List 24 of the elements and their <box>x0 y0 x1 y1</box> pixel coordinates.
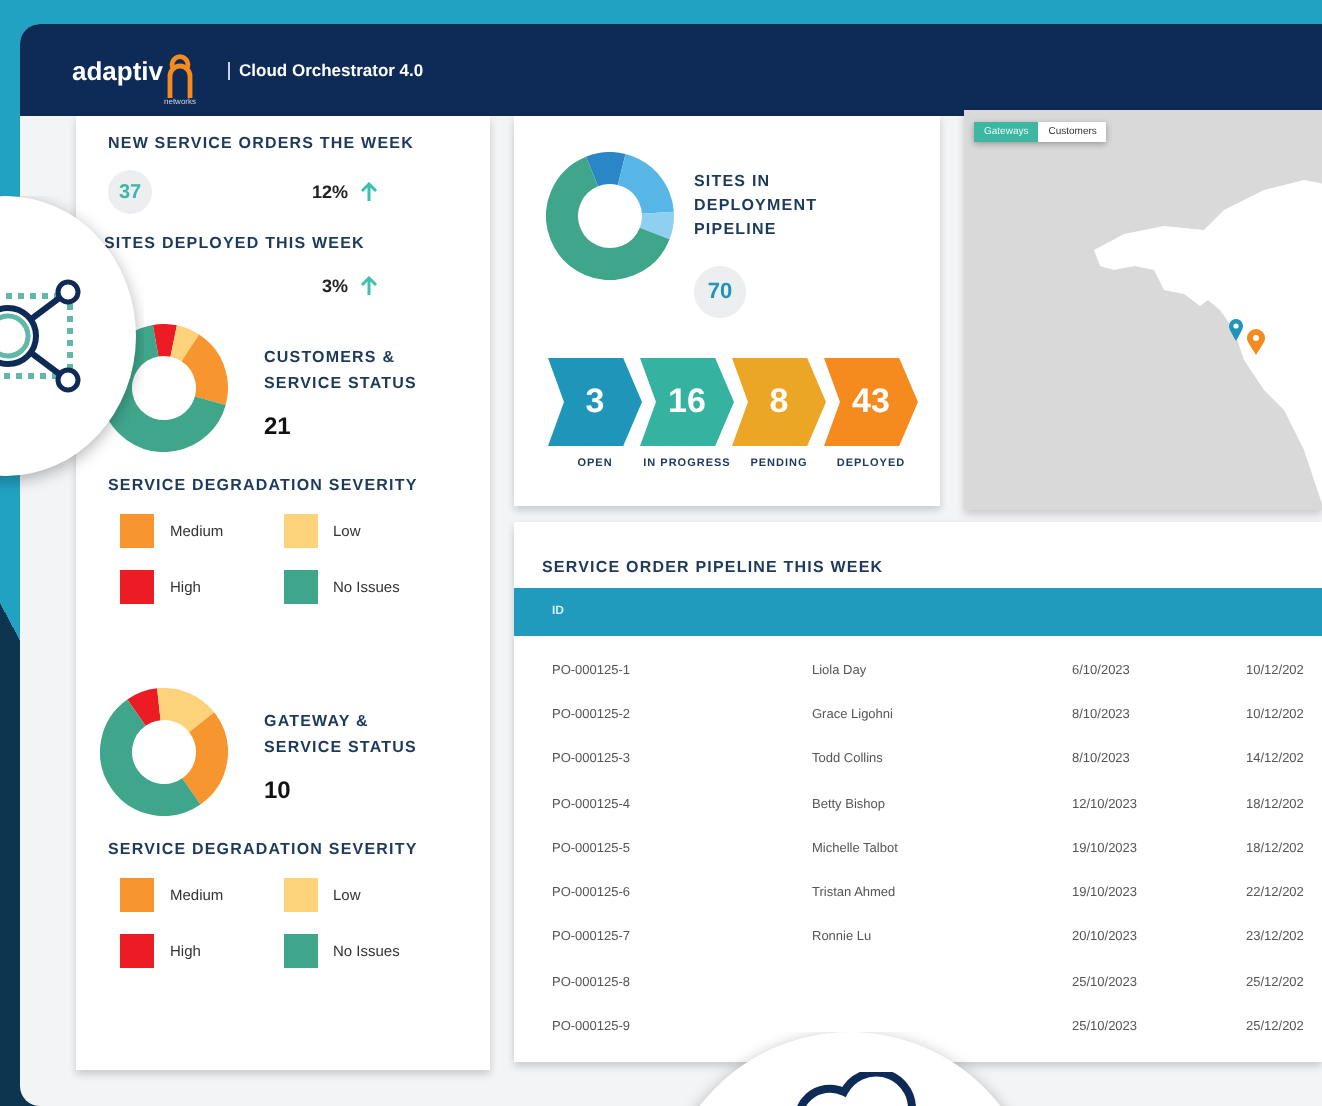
logo-mark-icon <box>163 52 196 100</box>
stage-chevron: 43 <box>824 358 918 446</box>
stage-chevron: 16 <box>640 358 734 446</box>
app-title: Cloud Orchestrator 4.0 <box>227 61 424 79</box>
total-badge: 70 <box>694 266 746 318</box>
stage-chevron: 3 <box>548 358 642 446</box>
panel-title: GATEWAY & SERVICE STATUS <box>264 710 419 760</box>
logo-text: adaptiv <box>72 54 164 90</box>
legend-title: SERVICE DEGRADATION SEVERITY <box>108 476 420 494</box>
card-title: NEW SERVICE ORDERS THE WEEK <box>108 134 416 152</box>
donut-chart <box>100 688 228 816</box>
card-title: SITES DEPLOYED THIS WEEK <box>104 234 367 252</box>
donut-chart <box>546 152 674 280</box>
legend-title: SERVICE DEGRADATION SEVERITY <box>108 840 420 858</box>
change-text: 12% <box>311 182 348 202</box>
panel-title: CUSTOMERS & SERVICE STATUS <box>264 346 419 396</box>
status-count: 21 <box>264 412 293 440</box>
change-text: 3% <box>321 276 348 296</box>
card-title: SERVICE ORDER PIPELINE THIS WEEK <box>542 558 884 576</box>
map-pin-icon <box>1246 328 1266 356</box>
value-badge: 37 <box>108 170 152 214</box>
stage-chevron: 8 <box>732 358 826 446</box>
card-title: SITES IN DEPLOYMENT PIPELINE <box>694 170 820 242</box>
status-count: 10 <box>264 776 293 804</box>
